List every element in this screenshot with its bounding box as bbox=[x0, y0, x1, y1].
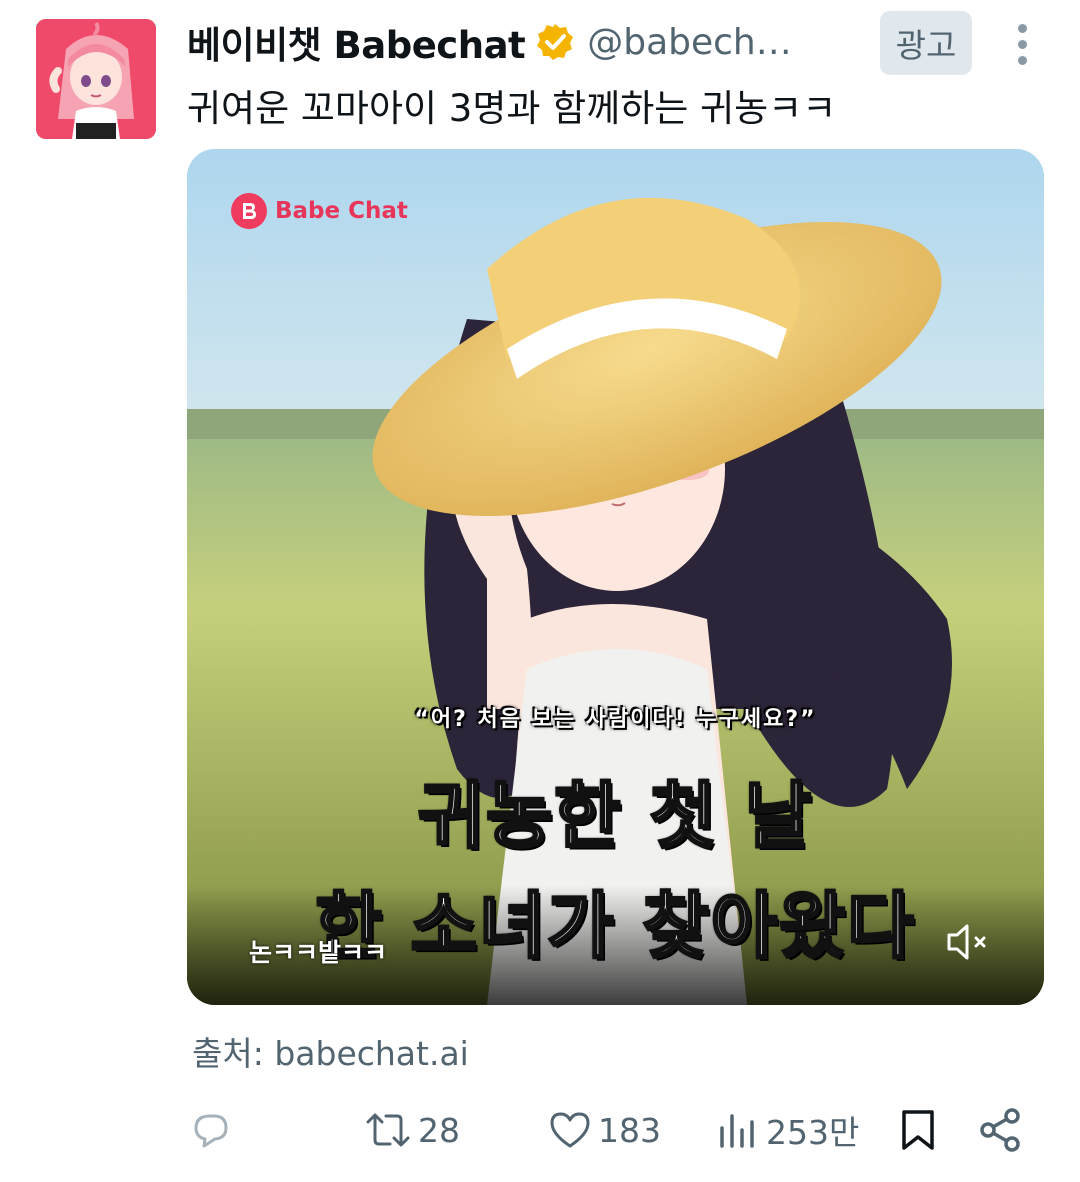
avatar-illustration bbox=[36, 19, 156, 139]
views-button[interactable]: 253만 bbox=[716, 1098, 859, 1162]
more-options-button[interactable] bbox=[1002, 20, 1042, 68]
like-count: 183 bbox=[598, 1110, 661, 1150]
tweet-text: 귀여운 꼬마아이 3명과 함께하는 귀농ㅋㅋ bbox=[187, 87, 837, 130]
video-player[interactable]: Babe Chat “어? 처음 보는 사람이다! 누구세요?” 귀농한 첫 날… bbox=[187, 149, 1044, 1005]
speaker-muted-icon[interactable] bbox=[945, 920, 993, 964]
bookmark-icon bbox=[902, 1110, 934, 1150]
brand-name: Babe Chat bbox=[275, 198, 408, 224]
action-bar: 28 183 253만 bbox=[0, 1098, 1080, 1162]
display-name[interactable]: 베이비챗 Babechat bbox=[187, 15, 526, 69]
verified-badge-icon bbox=[537, 24, 574, 60]
reply-button[interactable] bbox=[188, 1098, 232, 1162]
video-quote-text: “어? 처음 보는 사람이다! 누구세요?” bbox=[414, 707, 817, 732]
retweet-button[interactable]: 28 bbox=[364, 1098, 460, 1162]
ad-source-link[interactable]: 출처: babechat.ai bbox=[192, 1027, 469, 1075]
handle[interactable]: @babech… bbox=[587, 22, 819, 63]
retweet-count: 28 bbox=[418, 1110, 460, 1150]
heart-icon bbox=[550, 1112, 590, 1148]
ad-badge: 광고 bbox=[880, 11, 972, 75]
babechat-logo-icon bbox=[231, 193, 267, 229]
video-title-line-1: 귀농한 첫 날 bbox=[416, 773, 814, 860]
more-dots-icon bbox=[1017, 23, 1027, 33]
views-chart-icon bbox=[720, 1114, 754, 1148]
avatar[interactable] bbox=[36, 19, 156, 139]
post-header: 베이비챗 Babechat @babech… 광고 bbox=[187, 11, 1067, 75]
share-button[interactable] bbox=[976, 1098, 1024, 1162]
like-button[interactable]: 183 bbox=[548, 1098, 661, 1162]
ad-post: 베이비챗 Babechat @babech… 광고 귀여운 꼬마아이 3명과 함… bbox=[0, 0, 1080, 1182]
reply-icon bbox=[194, 1114, 228, 1148]
retweet-icon bbox=[366, 1113, 410, 1147]
bookmark-button[interactable] bbox=[896, 1098, 940, 1162]
brand-watermark: Babe Chat bbox=[231, 193, 408, 229]
share-icon bbox=[980, 1108, 1020, 1152]
video-caption: 논ㅋㅋ밭ㅋㅋ bbox=[249, 938, 388, 967]
views-count: 253만 bbox=[766, 1113, 860, 1152]
